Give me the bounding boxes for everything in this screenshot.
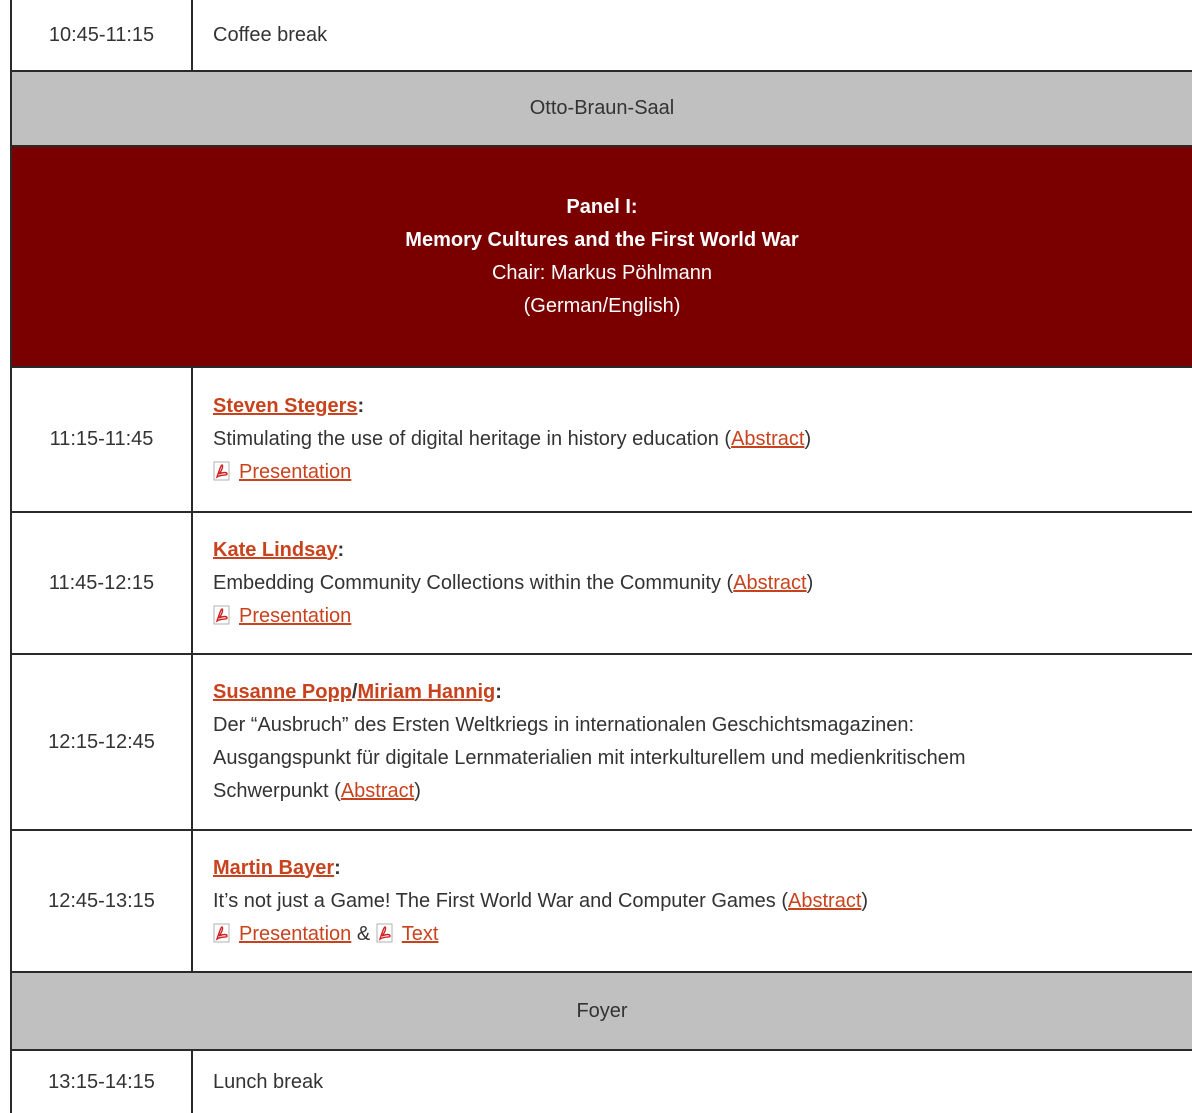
content-cell: Steven Stegers: Stimulating the use of d…	[213, 395, 812, 483]
talk-title-line: Ausgangspunkt für digitale Lernmateriali…	[213, 747, 966, 769]
time-cell: 11:15-11:45	[49, 428, 154, 450]
talk-title: It’s not just a Game! The First World Wa…	[213, 889, 776, 912]
row-divider	[10, 1049, 1192, 1051]
pdf-icon	[376, 923, 394, 943]
content-cell: Coffee break	[213, 0, 1182, 70]
abstract-link[interactable]: Abstract	[788, 890, 861, 912]
row-divider	[10, 653, 1192, 655]
program-table: 10:45-11:15 Coffee break Otto-Braun-Saal…	[0, 0, 1192, 1113]
talk-title: Embedding Community Collections within t…	[213, 571, 721, 594]
panel-header: Panel I: Memory Cultures and the First W…	[12, 147, 1192, 366]
presentation-link[interactable]: Presentation	[239, 461, 351, 483]
row-divider	[10, 70, 1192, 72]
abstract-link[interactable]: Abstract	[731, 428, 804, 450]
time-cell: 11:45-12:15	[48, 571, 155, 594]
row-divider	[10, 366, 1192, 368]
author-link[interactable]: Kate Lindsay	[213, 539, 337, 561]
table-row-coffee: 10:45-11:15 Coffee break	[12, 0, 1192, 70]
row-divider	[10, 145, 1192, 147]
column-divider	[191, 1051, 193, 1113]
presentation-link[interactable]: Presentation	[239, 605, 351, 627]
session-label: Lunch break	[213, 1070, 324, 1093]
venue-label: Foyer	[576, 999, 628, 1022]
content-cell: Kate Lindsay: Embedding Community Collec…	[213, 538, 814, 627]
table-row-talk-1: 11:15-11:45 Steven Stegers: Stimulating …	[12, 368, 1192, 511]
text-link[interactable]: Text	[402, 923, 439, 945]
content-cell: Lunch break	[213, 1051, 1182, 1113]
talk-title: Stimulating the use of digital heritage …	[213, 428, 719, 450]
time-cell: 12:15-12:45	[48, 730, 155, 753]
row-divider	[10, 829, 1192, 831]
time-cell: 13:15-14:15	[48, 1070, 155, 1093]
venue-label: Otto-Braun-Saal	[529, 97, 675, 119]
pdf-icon	[213, 923, 231, 943]
column-divider	[191, 0, 193, 70]
talk-title-line: Schwerpunkt	[213, 780, 329, 802]
author-link[interactable]: Martin Bayer	[213, 857, 334, 879]
presentation-link[interactable]: Presentation	[239, 923, 351, 945]
time-cell: 12:45-13:15	[48, 889, 155, 912]
session-label: Coffee break	[213, 23, 328, 46]
row-divider	[10, 971, 1192, 973]
panel-title: Memory Cultures and the First World War	[405, 228, 799, 251]
author-link[interactable]: Steven Stegers	[213, 395, 358, 417]
author-link[interactable]: Susanne Popp	[213, 681, 352, 703]
panel-chair: Chair: Markus Pöhlmann	[491, 261, 713, 284]
venue-row-otto-braun-saal: Otto-Braun-Saal	[12, 72, 1192, 145]
author-link[interactable]: Miriam Hannig	[357, 681, 495, 703]
table-row-talk-2: 11:45-12:15 Kate Lindsay: Embedding Comm…	[12, 513, 1192, 653]
pdf-icon	[213, 461, 231, 481]
table-border-left	[10, 0, 12, 1113]
abstract-link[interactable]: Abstract	[341, 780, 414, 802]
venue-row-foyer: Foyer	[12, 973, 1192, 1049]
row-divider	[10, 511, 1192, 513]
talk-title-line: Der “Ausbruch” des Ersten Weltkriegs in …	[213, 714, 915, 736]
table-row-talk-4: 12:45-13:15 Martin Bayer: It’s not just …	[12, 831, 1192, 971]
table-row-lunch: 13:15-14:15 Lunch break	[12, 1051, 1192, 1113]
panel-number: Panel I:	[566, 195, 638, 218]
abstract-link[interactable]: Abstract	[733, 572, 806, 594]
panel-language: (German/English)	[523, 294, 681, 317]
content-cell: Martin Bayer: It’s not just a Game! The …	[213, 856, 869, 945]
pdf-icon	[213, 605, 231, 625]
content-cell: Susanne Popp/Miriam Hannig: Der “Ausbruc…	[213, 655, 1182, 829]
time-cell: 10:45-11:15	[48, 23, 155, 46]
column-divider	[191, 368, 193, 971]
table-row-talk-3: 12:15-12:45 Susanne Popp/Miriam Hannig: …	[12, 655, 1192, 829]
